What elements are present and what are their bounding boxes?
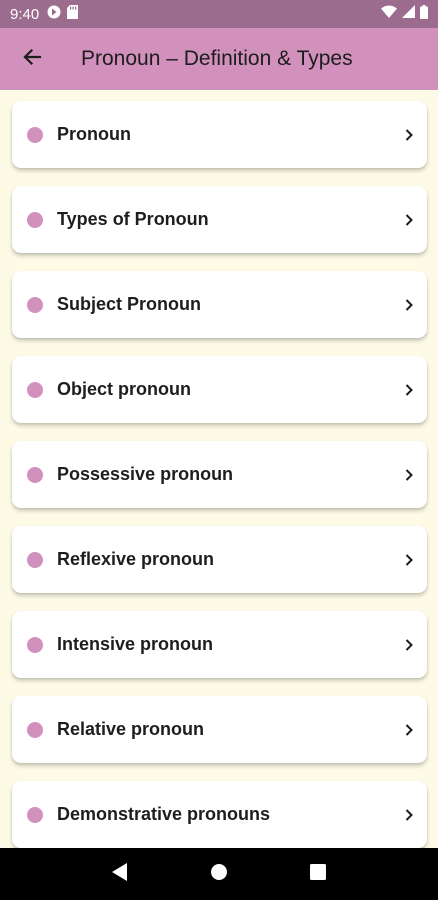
bullet-dot-icon [27, 551, 43, 568]
bullet-dot-icon [27, 296, 43, 313]
back-triangle-icon [111, 862, 128, 886]
data-saver-icon [47, 5, 61, 24]
bullet-dot-icon [27, 126, 43, 143]
recents-square-icon [310, 863, 327, 885]
nav-recents-button[interactable] [298, 854, 338, 894]
chevron-right-icon [404, 723, 414, 737]
list-item[interactable]: Intensive pronoun [12, 611, 427, 678]
list-item-label: Relative pronoun [57, 719, 205, 739]
app-bar: Pronoun – Definition & Types [0, 28, 438, 90]
system-nav-bar [0, 848, 438, 900]
home-circle-icon [210, 863, 228, 886]
status-right-icons [381, 4, 428, 24]
list-item-label: Pronoun [57, 124, 131, 144]
topic-list: Pronoun Types of Pronoun Subject Pronoun… [0, 90, 438, 848]
list-item-label: Types of Pronoun [57, 209, 209, 229]
chevron-right-icon [404, 128, 414, 142]
sd-card-icon [67, 4, 79, 24]
nav-home-button[interactable] [199, 854, 239, 894]
bullet-dot-icon [27, 721, 43, 738]
status-time: 9:40 [10, 5, 40, 23]
back-button[interactable] [0, 28, 64, 90]
chevron-right-icon [404, 553, 414, 567]
list-item-label: Intensive pronoun [57, 634, 214, 654]
battery-icon [420, 4, 428, 24]
wifi-icon [381, 5, 397, 23]
bullet-dot-icon [27, 211, 43, 228]
chevron-right-icon [404, 808, 414, 822]
bullet-dot-icon [27, 381, 43, 398]
list-item-label: Demonstrative pronouns [57, 804, 271, 824]
chevron-right-icon [404, 298, 414, 312]
chevron-right-icon [404, 468, 414, 482]
page-title: Pronoun – Definition & Types [81, 47, 353, 70]
bullet-dot-icon [27, 466, 43, 483]
list-item-label: Reflexive pronoun [57, 549, 215, 569]
list-item[interactable]: Relative pronoun [12, 696, 427, 763]
list-item[interactable]: Pronoun [12, 101, 427, 168]
list-item-label: Possessive pronoun [57, 464, 234, 484]
list-item-label: Object pronoun [57, 379, 191, 399]
chevron-right-icon [404, 383, 414, 397]
list-item[interactable]: Possessive pronoun [12, 441, 427, 508]
bullet-dot-icon [27, 636, 43, 653]
nav-back-button[interactable] [100, 854, 140, 894]
list-item[interactable]: Demonstrative pronouns [12, 781, 427, 848]
signal-icon [402, 5, 415, 23]
list-item[interactable]: Subject Pronoun [12, 271, 427, 338]
list-item-label: Subject Pronoun [57, 294, 201, 314]
bullet-dot-icon [27, 806, 43, 823]
status-bar: 9:40 [0, 0, 438, 28]
arrow-left-icon [22, 47, 42, 72]
chevron-right-icon [404, 213, 414, 227]
list-item[interactable]: Types of Pronoun [12, 186, 427, 253]
chevron-right-icon [404, 638, 414, 652]
status-left-icons [47, 4, 79, 24]
list-item[interactable]: Reflexive pronoun [12, 526, 427, 593]
list-item[interactable]: Object pronoun [12, 356, 427, 423]
